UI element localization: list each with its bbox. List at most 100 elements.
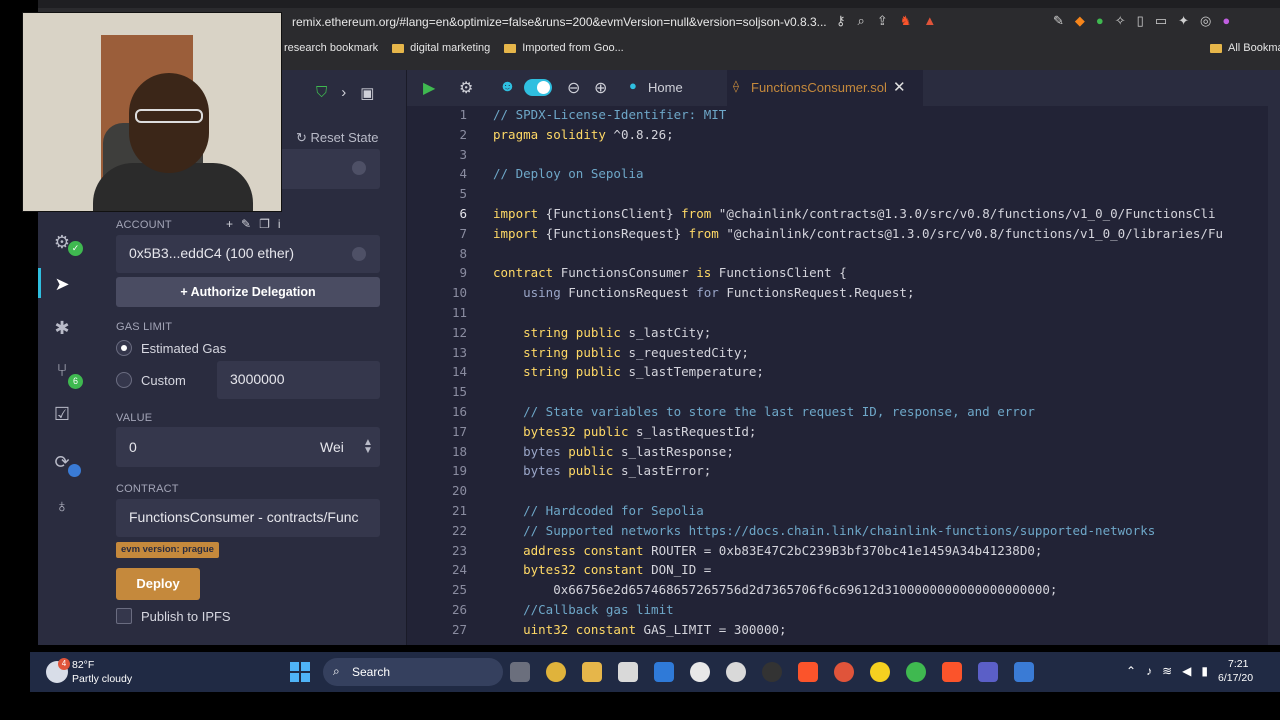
puzzle-icon[interactable]: ✧ xyxy=(1115,13,1126,29)
line-content[interactable]: // Supported networks https://docs.chain… xyxy=(493,523,1155,538)
line-number[interactable]: 20 xyxy=(427,483,467,498)
code-line[interactable]: 22 // Supported networks https://docs.ch… xyxy=(407,523,1280,543)
close-icon[interactable]: ✕ xyxy=(893,78,906,96)
all-bookmarks[interactable]: All Bookmar xyxy=(1210,42,1280,54)
brave-icon[interactable] xyxy=(798,662,818,682)
info-icon[interactable]: i xyxy=(278,217,281,231)
line-content[interactable]: string public s_requestedCity; xyxy=(493,345,749,360)
code-line[interactable]: 12 string public s_lastCity; xyxy=(407,325,1280,345)
microphone-icon[interactable]: ♪ xyxy=(1146,664,1152,678)
zoom-icon[interactable]: ⌕ xyxy=(858,13,865,29)
account-select[interactable]: 0x5B3...eddC4 (100 ether) xyxy=(116,235,380,273)
value-unit-select[interactable]: Wei xyxy=(320,439,344,455)
line-number[interactable]: 12 xyxy=(427,325,467,340)
deploy-run-icon[interactable]: ➤ xyxy=(50,272,74,296)
code-line[interactable]: 3 xyxy=(407,147,1280,167)
gas-limit-input[interactable]: 3000000 xyxy=(217,361,380,399)
line-number[interactable]: 25 xyxy=(427,582,467,597)
code-line[interactable]: 4 // Deploy on Sepolia xyxy=(407,166,1280,186)
estimated-gas-radio[interactable] xyxy=(116,340,132,356)
line-content[interactable]: contract FunctionsConsumer is FunctionsC… xyxy=(493,265,847,280)
address-bar[interactable]: remix.ethereum.org/#lang=en&optimize=fal… xyxy=(292,15,827,29)
line-number[interactable]: 13 xyxy=(427,345,467,360)
line-content[interactable]: string public s_lastCity; xyxy=(493,325,711,340)
ai-copilot-icon[interactable]: ☻ xyxy=(499,78,516,96)
start-button[interactable] xyxy=(290,662,310,682)
app-red-icon[interactable] xyxy=(834,662,854,682)
line-number[interactable]: 24 xyxy=(427,562,467,577)
shield-icon[interactable]: ⛉ xyxy=(316,84,327,102)
zoom-out-icon[interactable]: ⊖ xyxy=(567,78,580,98)
line-number[interactable]: 1 xyxy=(427,107,467,122)
code-line[interactable]: 2 pragma solidity ^0.8.26; xyxy=(407,127,1280,147)
deploy-button[interactable]: Deploy xyxy=(116,568,200,600)
code-line[interactable]: 14 string public s_lastTemperature; xyxy=(407,364,1280,384)
chatgpt-icon[interactable] xyxy=(726,662,746,682)
bookmark-imported[interactable]: Imported from Goo... xyxy=(504,42,624,54)
code-line[interactable]: 25 0x66756e2d657468657265756d2d7365706f6… xyxy=(407,582,1280,602)
code-line[interactable]: 16 // State variables to store the last … xyxy=(407,404,1280,424)
mail-icon[interactable] xyxy=(618,662,638,682)
line-number[interactable]: 18 xyxy=(427,444,467,459)
line-number[interactable]: 17 xyxy=(427,424,467,439)
line-content[interactable]: 0x66756e2d657468657265756d2d7365706f6c69… xyxy=(493,582,1057,597)
code-line[interactable]: 10 using FunctionsRequest for FunctionsR… xyxy=(407,285,1280,305)
code-line[interactable]: 6 import {FunctionsClient} from "@chainli… xyxy=(407,206,1280,226)
value-field[interactable]: 0 Wei ▲ ▼ xyxy=(116,427,380,467)
share-icon[interactable]: ⇪ xyxy=(877,13,888,29)
zoom-in-icon[interactable]: ⊕ xyxy=(594,78,607,98)
task-view-icon[interactable] xyxy=(510,662,530,682)
add-account-icon[interactable]: + xyxy=(226,217,233,231)
line-number[interactable]: 22 xyxy=(427,523,467,538)
line-content[interactable]: import {FunctionsRequest} from "@chainli… xyxy=(493,226,1223,241)
code-line[interactable]: 24 bytes32 constant DON_ID = xyxy=(407,562,1280,582)
wifi-icon[interactable]: ≋ xyxy=(1162,664,1172,678)
code-line[interactable]: 5 xyxy=(407,186,1280,206)
tab-functions-consumer[interactable]: ⟠ FunctionsConsumer.sol ✕ xyxy=(727,70,923,106)
battery-icon[interactable]: ▮ xyxy=(1201,664,1208,678)
code-line[interactable]: 1 // SPDX-License-Identifier: MIT xyxy=(407,107,1280,127)
code-line[interactable]: 11 xyxy=(407,305,1280,325)
notepad-icon[interactable] xyxy=(1014,662,1034,682)
contract-select[interactable]: FunctionsConsumer - contracts/Func xyxy=(116,499,380,537)
publish-ipfs-checkbox[interactable] xyxy=(116,608,132,624)
code-line[interactable]: 17 bytes32 public s_lastRequestId; xyxy=(407,424,1280,444)
line-number[interactable]: 9 xyxy=(427,265,467,280)
value-input[interactable]: 0 xyxy=(129,439,137,455)
line-number[interactable]: 23 xyxy=(427,543,467,558)
code-line[interactable]: 8 xyxy=(407,246,1280,266)
line-content[interactable]: bytes32 constant DON_ID = xyxy=(493,562,711,577)
authorize-delegation-button[interactable]: + Authorize Delegation xyxy=(116,277,380,307)
brave-shield-icon[interactable]: ♞ xyxy=(900,13,912,29)
brave-profile-icon[interactable] xyxy=(942,662,962,682)
chevron-right-icon[interactable]: › xyxy=(341,84,346,102)
snapchat-icon[interactable] xyxy=(870,662,890,682)
line-number[interactable]: 7 xyxy=(427,226,467,241)
wallet-icon[interactable]: ▭ xyxy=(1155,13,1167,29)
code-line[interactable]: 21 // Hardcoded for Sepolia xyxy=(407,503,1280,523)
tab-home[interactable]: Home xyxy=(648,80,683,95)
vpn-icon[interactable]: ◎ xyxy=(1200,13,1211,29)
leo-icon[interactable]: ✦ xyxy=(1178,13,1189,29)
copy-icon[interactable]: ❐ xyxy=(259,217,270,231)
line-number[interactable]: 14 xyxy=(427,364,467,379)
line-number[interactable]: 4 xyxy=(427,166,467,181)
settings-icon[interactable]: ⚙ xyxy=(459,78,473,98)
metamask-icon[interactable]: ◆ xyxy=(1075,13,1085,29)
line-number[interactable]: 2 xyxy=(427,127,467,142)
code-line[interactable]: 13 string public s_requestedCity; xyxy=(407,345,1280,365)
code-line[interactable]: 18 bytes public s_lastResponse; xyxy=(407,444,1280,464)
line-number[interactable]: 8 xyxy=(427,246,467,261)
line-number[interactable]: 11 xyxy=(427,305,467,320)
file-explorer-icon[interactable] xyxy=(582,662,602,682)
edit-icon[interactable]: ✎ xyxy=(241,217,251,231)
code-line[interactable]: 15 xyxy=(407,384,1280,404)
clock-date[interactable]: 6/17/20 xyxy=(1218,672,1253,684)
line-content[interactable]: address constant ROUTER = 0xb83E47C2bC23… xyxy=(493,543,1042,558)
code-line[interactable]: 27 uint32 constant GAS_LIMIT = 300000; xyxy=(407,622,1280,642)
line-content[interactable]: bytes32 public s_lastRequestId; xyxy=(493,424,756,439)
line-content[interactable]: // SPDX-License-Identifier: MIT xyxy=(493,107,726,122)
line-content[interactable]: pragma solidity ^0.8.26; xyxy=(493,127,674,142)
code-editor[interactable]: 1 // SPDX-License-Identifier: MIT 2 pragma … xyxy=(407,106,1280,645)
solidity-analyzers-icon[interactable]: ☑ xyxy=(50,402,74,426)
